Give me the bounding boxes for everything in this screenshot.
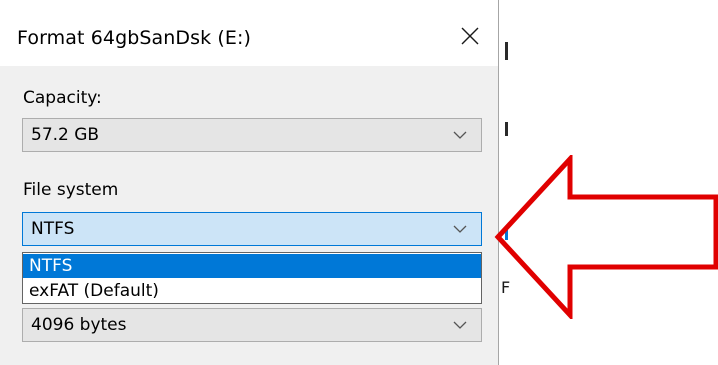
- chevron-down-icon: [453, 131, 467, 139]
- dialog-title: Format 64gbSanDsk (E:): [17, 27, 252, 49]
- background-mark: [505, 122, 508, 136]
- allocation-unit-value: 4096 bytes: [31, 315, 127, 335]
- left-arrow-icon: [494, 152, 718, 322]
- screen: F Format 64gbSanDsk (E:) Capacity: 57.2 …: [0, 0, 718, 365]
- close-icon: [461, 27, 479, 45]
- capacity-select[interactable]: 57.2 GB: [22, 118, 482, 152]
- capacity-value: 57.2 GB: [31, 125, 100, 145]
- file-system-option-ntfs[interactable]: NTFS: [23, 254, 481, 278]
- background-mark: [505, 42, 508, 60]
- title-bar: Format 64gbSanDsk (E:): [0, 0, 498, 66]
- chevron-down-icon: [453, 225, 467, 233]
- file-system-label: File system: [23, 180, 119, 200]
- close-button[interactable]: [448, 14, 492, 58]
- annotation-arrow: [494, 152, 718, 322]
- file-system-value: NTFS: [31, 219, 75, 239]
- format-dialog: Format 64gbSanDsk (E:) Capacity: 57.2 GB…: [0, 0, 499, 365]
- capacity-label: Capacity:: [23, 88, 102, 108]
- file-system-dropdown-list: NTFS exFAT (Default): [22, 252, 482, 304]
- file-system-option-exfat[interactable]: exFAT (Default): [23, 279, 481, 303]
- chevron-down-icon: [453, 321, 467, 329]
- file-system-select[interactable]: NTFS: [22, 212, 482, 246]
- allocation-unit-select[interactable]: 4096 bytes: [22, 308, 482, 342]
